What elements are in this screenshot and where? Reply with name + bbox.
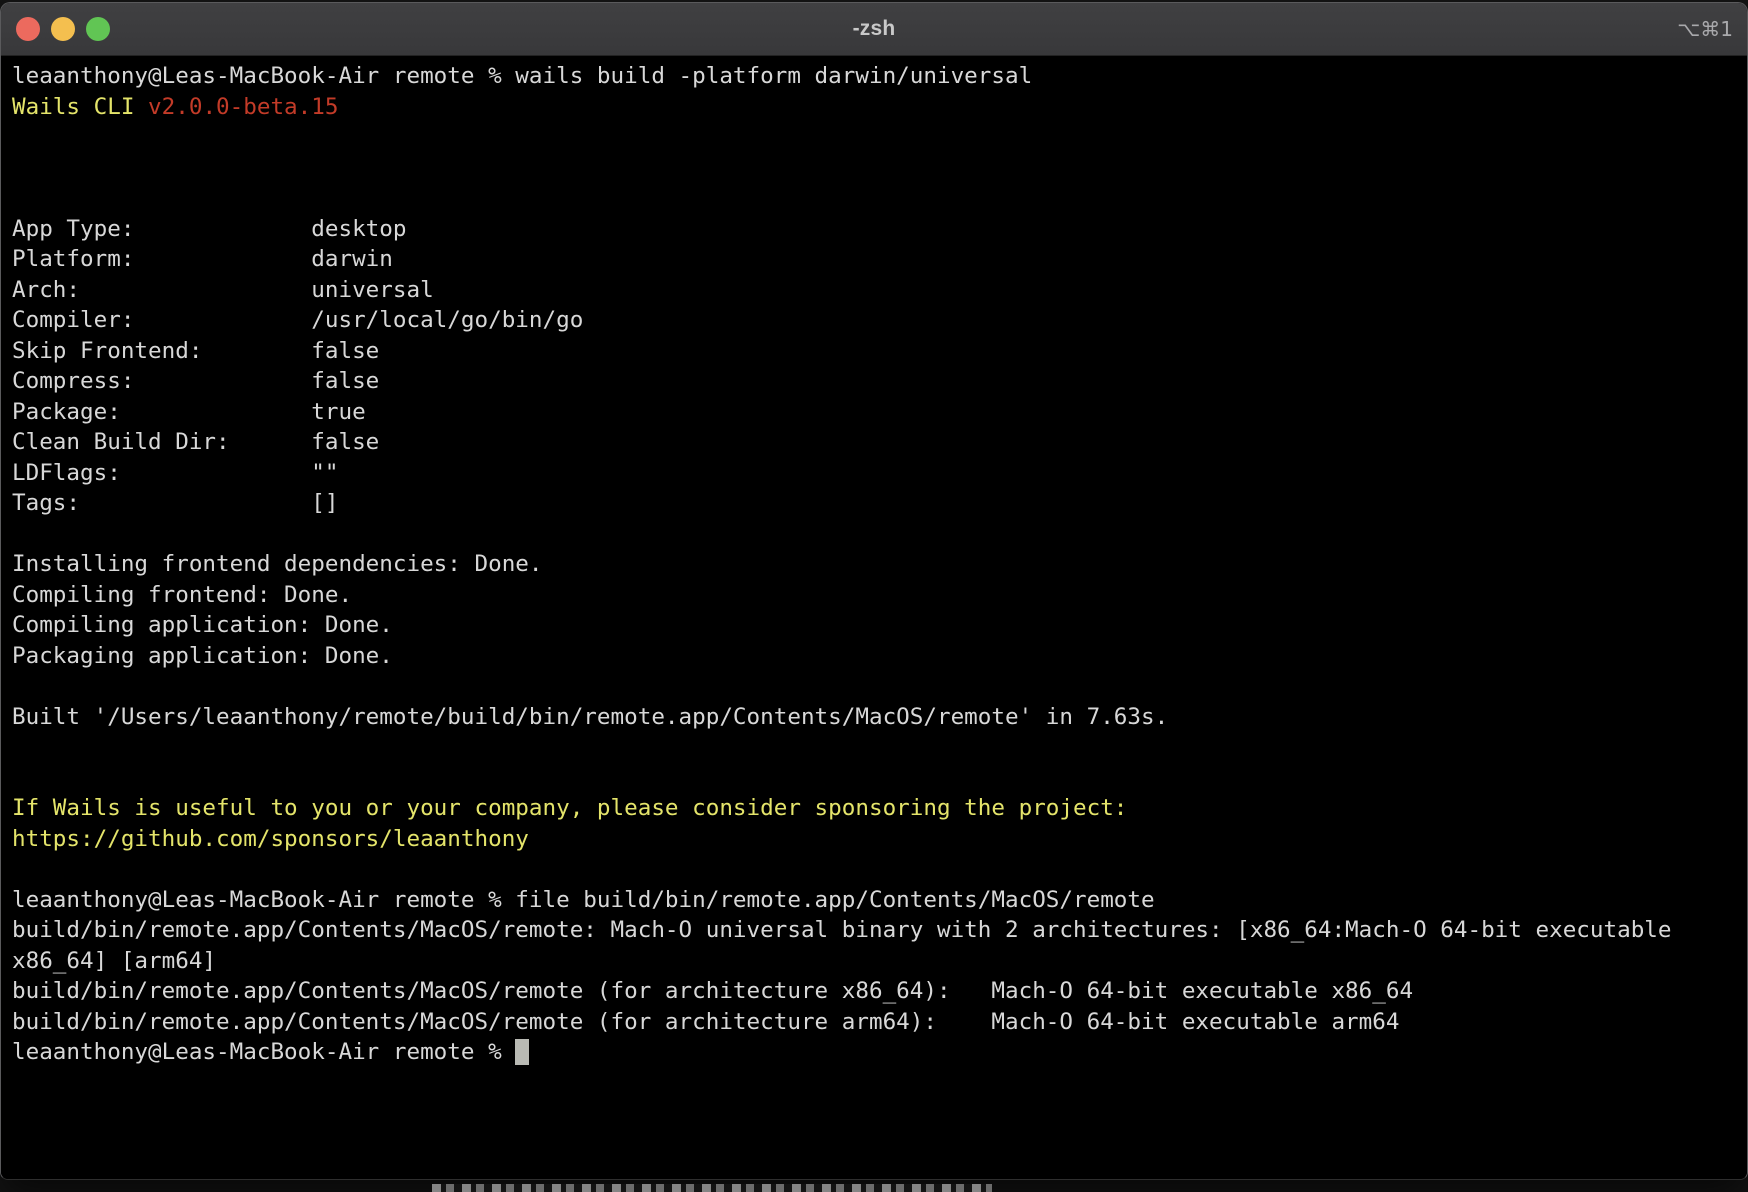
sponsor-url: https://github.com/sponsors/leaanthony	[12, 826, 529, 852]
terminal-text: Compiler: /usr/local/go/bin/go	[12, 307, 583, 333]
terminal-text: build/bin/remote.app/Contents/MacOS/remo…	[12, 917, 1672, 943]
terminal-line	[12, 183, 1747, 214]
background-window-sliver	[432, 1184, 992, 1192]
terminal-text: leaanthony@Leas-MacBook-Air remote %	[12, 1039, 515, 1065]
terminal-text: Arch: universal	[12, 277, 434, 303]
terminal-text: Clean Build Dir: false	[12, 429, 379, 455]
terminal-line: Skip Frontend: false	[12, 336, 1747, 367]
close-button[interactable]	[16, 17, 40, 41]
zoom-button[interactable]	[86, 17, 110, 41]
terminal-text: App Type: desktop	[12, 216, 406, 242]
minimize-button[interactable]	[51, 17, 75, 41]
terminal-line: build/bin/remote.app/Contents/MacOS/remo…	[12, 976, 1747, 1007]
terminal-line: Arch: universal	[12, 275, 1747, 306]
terminal-text: build/bin/remote.app/Contents/MacOS/remo…	[12, 978, 1413, 1004]
terminal-line	[12, 153, 1747, 184]
terminal-text: build/bin/remote.app/Contents/MacOS/remo…	[12, 1009, 1399, 1035]
terminal-line: build/bin/remote.app/Contents/MacOS/remo…	[12, 915, 1747, 946]
terminal-line	[12, 122, 1747, 153]
terminal-line: Clean Build Dir: false	[12, 427, 1747, 458]
terminal-line: LDFlags: ""	[12, 458, 1747, 489]
traffic-lights	[16, 3, 110, 55]
terminal-text: Platform: darwin	[12, 246, 393, 272]
terminal-text: Wails CLI	[12, 94, 148, 120]
terminal-text: Tags: []	[12, 490, 338, 516]
terminal-text: Compress: false	[12, 368, 379, 394]
terminal-line	[12, 763, 1747, 794]
terminal-line: Tags: []	[12, 488, 1747, 519]
terminal-line: x86_64] [arm64]	[12, 946, 1747, 977]
cursor-block	[515, 1039, 529, 1065]
terminal-text: Package: true	[12, 399, 366, 425]
terminal-line: Compress: false	[12, 366, 1747, 397]
terminal-line: Compiler: /usr/local/go/bin/go	[12, 305, 1747, 336]
terminal-line: Compiling frontend: Done.	[12, 580, 1747, 611]
terminal-text: Compiling application: Done.	[12, 612, 393, 638]
terminal-text: If Wails is useful to you or your compan…	[12, 795, 1127, 821]
terminal-text: x86_64] [arm64]	[12, 948, 216, 974]
terminal-text: leaanthony@Leas-MacBook-Air remote % fil…	[12, 887, 1155, 913]
terminal-line: leaanthony@Leas-MacBook-Air remote % wai…	[12, 61, 1747, 92]
title-bar[interactable]: -zsh ⌥⌘1	[1, 3, 1747, 56]
terminal-window: -zsh ⌥⌘1 leaanthony@Leas-MacBook-Air rem…	[0, 2, 1748, 1180]
window-title: -zsh	[1, 17, 1747, 41]
terminal-line: If Wails is useful to you or your compan…	[12, 793, 1747, 824]
terminal-line	[12, 671, 1747, 702]
terminal-line	[12, 854, 1747, 885]
terminal-text: Installing frontend dependencies: Done.	[12, 551, 543, 577]
terminal-text: LDFlags: ""	[12, 460, 338, 486]
terminal-line: https://github.com/sponsors/leaanthony	[12, 824, 1747, 855]
terminal-line: Platform: darwin	[12, 244, 1747, 275]
terminal-line: Wails CLI v2.0.0-beta.15	[12, 92, 1747, 123]
terminal-text: Built '/Users/leaanthony/remote/build/bi…	[12, 704, 1168, 730]
terminal-line: Compiling application: Done.	[12, 610, 1747, 641]
terminal-line	[12, 732, 1747, 763]
terminal-line: leaanthony@Leas-MacBook-Air remote %	[12, 1037, 1747, 1068]
terminal-output[interactable]: leaanthony@Leas-MacBook-Air remote % wai…	[1, 56, 1747, 1179]
terminal-line: App Type: desktop	[12, 214, 1747, 245]
terminal-line: build/bin/remote.app/Contents/MacOS/remo…	[12, 1007, 1747, 1038]
terminal-line	[12, 519, 1747, 550]
terminal-line: Installing frontend dependencies: Done.	[12, 549, 1747, 580]
terminal-text: Packaging application: Done.	[12, 643, 393, 669]
terminal-line: Built '/Users/leaanthony/remote/build/bi…	[12, 702, 1747, 733]
terminal-line: Packaging application: Done.	[12, 641, 1747, 672]
terminal-text: Skip Frontend: false	[12, 338, 379, 364]
terminal-text: leaanthony@Leas-MacBook-Air remote % wai…	[12, 63, 1032, 89]
terminal-text: v2.0.0-beta.15	[148, 94, 338, 120]
terminal-text: Compiling frontend: Done.	[12, 582, 352, 608]
window-shortcut-badge: ⌥⌘1	[1677, 3, 1733, 55]
terminal-line: leaanthony@Leas-MacBook-Air remote % fil…	[12, 885, 1747, 916]
terminal-line: Package: true	[12, 397, 1747, 428]
